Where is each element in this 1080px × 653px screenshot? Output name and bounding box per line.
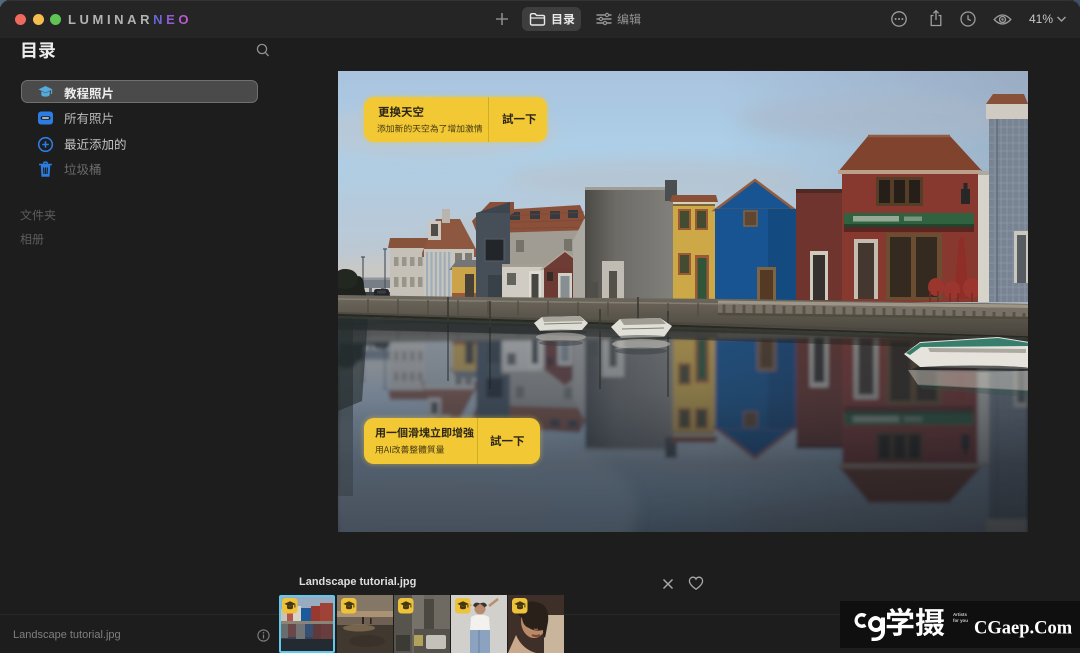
svg-text:for you: for you xyxy=(953,618,968,623)
svg-text:CGaep.Com: CGaep.Com xyxy=(974,619,1073,639)
svg-text:Artists: Artists xyxy=(953,612,967,617)
